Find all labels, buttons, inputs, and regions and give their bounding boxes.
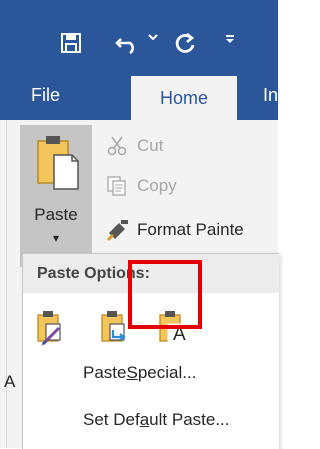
merge-formatting-icon[interactable] xyxy=(99,310,129,346)
set-default-paste-label-post: ult Paste... xyxy=(149,410,230,429)
copy-icon xyxy=(103,174,131,198)
tab-file-label: File xyxy=(31,84,61,105)
paste-label: Paste xyxy=(34,205,78,224)
undo-dropdown-icon[interactable] xyxy=(148,34,158,40)
redo-icon[interactable] xyxy=(173,30,197,56)
format-painter-icon xyxy=(103,218,131,242)
document-text-fragment: A xyxy=(4,372,16,391)
paste-special-item[interactable]: Paste Special... xyxy=(83,358,196,388)
save-icon[interactable] xyxy=(58,30,84,56)
keep-source-formatting-icon[interactable] xyxy=(35,310,65,346)
paste-button[interactable]: Paste ▾ xyxy=(20,125,92,267)
tab-home-label: Home xyxy=(159,87,208,108)
tab-home[interactable]: Home xyxy=(131,76,237,120)
format-painter-label: Format Painte xyxy=(137,220,244,239)
tab-file[interactable]: File xyxy=(31,80,87,110)
copy-label: Copy xyxy=(137,176,177,195)
scissors-icon xyxy=(103,134,131,158)
set-default-paste-accelerator: a xyxy=(139,410,150,429)
set-default-paste-label-pre: Set Def xyxy=(83,410,140,429)
paste-dropdown-icon[interactable]: ▾ xyxy=(20,231,92,245)
paste-special-label-post: pecial... xyxy=(137,363,197,382)
cut-button[interactable]: Cut xyxy=(103,132,163,160)
customize-qat-icon[interactable] xyxy=(226,34,234,44)
copy-button[interactable]: Copy xyxy=(103,172,177,200)
tab-insert-label: In xyxy=(263,84,279,105)
paste-special-accelerator: S xyxy=(126,363,138,382)
set-default-paste-item[interactable]: Set Def a ult Paste... xyxy=(83,405,230,435)
clipboard-icon xyxy=(37,136,79,190)
ribbon-divider xyxy=(6,120,7,448)
cut-label: Cut xyxy=(137,136,164,155)
undo-icon[interactable] xyxy=(114,30,142,56)
format-painter-button[interactable]: Format Painte xyxy=(103,216,244,244)
highlight-box xyxy=(128,260,202,329)
tab-insert[interactable]: In xyxy=(263,80,278,110)
paste-special-label-pre: Paste xyxy=(83,363,127,382)
